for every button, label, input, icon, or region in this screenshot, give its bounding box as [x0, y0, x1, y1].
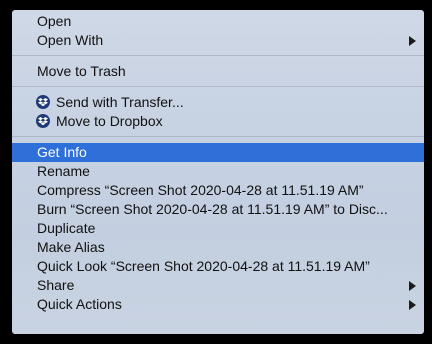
menu-item-label: Move to Dropbox	[56, 113, 163, 129]
menu-item-label: Make Alias	[37, 239, 105, 255]
menu-item-compress[interactable]: Compress “Screen Shot 2020-04-28 at 11.5…	[12, 181, 424, 200]
menu-item-rename[interactable]: Rename	[12, 162, 424, 181]
menu-item-move-to-trash[interactable]: Move to Trash	[12, 62, 424, 81]
menu-separator	[12, 86, 424, 87]
menu-item-label: Quick Look “Screen Shot 2020-04-28 at 11…	[37, 258, 370, 274]
menu-item-move-to-dropbox[interactable]: Move to Dropbox	[12, 112, 424, 131]
context-menu: Open Open With Move to Trash Send with T…	[12, 10, 424, 334]
menu-item-label: Move to Trash	[37, 63, 126, 79]
menu-item-make-alias[interactable]: Make Alias	[12, 238, 424, 257]
menu-item-label: Open	[37, 13, 72, 29]
menu-item-label: Share	[37, 277, 75, 293]
menu-item-label: Compress “Screen Shot 2020-04-28 at 11.5…	[37, 182, 364, 198]
menu-item-label: Get Info	[37, 144, 87, 160]
menu-item-label: Duplicate	[37, 220, 96, 236]
menu-separator	[12, 55, 424, 56]
dropbox-icon	[36, 114, 50, 128]
menu-separator	[12, 136, 424, 137]
menu-item-open-with[interactable]: Open With	[12, 31, 424, 50]
menu-item-quick-look[interactable]: Quick Look “Screen Shot 2020-04-28 at 11…	[12, 257, 424, 276]
dropbox-icon	[36, 95, 50, 109]
submenu-arrow-icon	[409, 36, 416, 46]
menu-item-quick-actions[interactable]: Quick Actions	[12, 295, 424, 314]
menu-item-send-with-transfer[interactable]: Send with Transfer...	[12, 93, 424, 112]
menu-item-label: Burn “Screen Shot 2020-04-28 at 11.51.19…	[37, 201, 388, 217]
menu-item-label: Rename	[37, 163, 90, 179]
submenu-arrow-icon	[409, 281, 416, 291]
menu-item-duplicate[interactable]: Duplicate	[12, 219, 424, 238]
menu-item-label: Quick Actions	[37, 296, 122, 312]
menu-item-burn-to-disc[interactable]: Burn “Screen Shot 2020-04-28 at 11.51.19…	[12, 200, 424, 219]
menu-item-open[interactable]: Open	[12, 12, 424, 31]
menu-item-label: Open With	[37, 32, 104, 48]
menu-item-label: Send with Transfer...	[56, 94, 184, 110]
menu-item-get-info[interactable]: Get Info	[12, 143, 424, 162]
menu-item-share[interactable]: Share	[12, 276, 424, 295]
submenu-arrow-icon	[409, 300, 416, 310]
